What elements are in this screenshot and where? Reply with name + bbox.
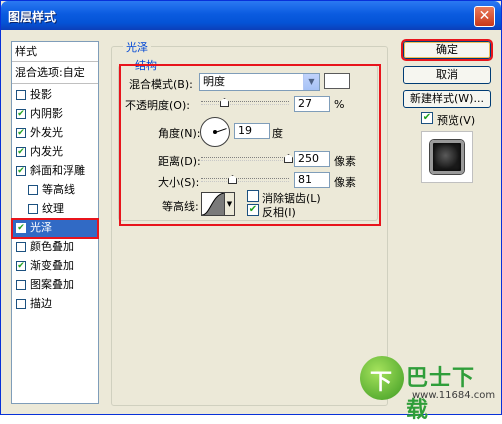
style-item-inner-glow[interactable]: ✔ 内发光 xyxy=(12,143,98,162)
title-bar[interactable]: 图层样式 ✕ xyxy=(1,1,501,30)
style-item-pattern-overlay[interactable]: 图案叠加 xyxy=(12,276,98,295)
bevel-emboss-checkbox[interactable]: ✔ xyxy=(16,166,26,176)
contour-label: 等高线: xyxy=(162,200,199,213)
distance-value: 250 xyxy=(298,152,319,165)
blend-mode-value: 明度 xyxy=(203,75,225,88)
size-slider-track[interactable] xyxy=(201,178,289,182)
logo-glyph: 下 xyxy=(370,370,393,395)
style-item-satin[interactable]: ✔ 光泽 xyxy=(11,218,99,239)
site-logo: 下 xyxy=(360,356,404,400)
preview-swatch xyxy=(430,140,464,174)
satin-checkbox[interactable]: ✔ xyxy=(16,223,26,233)
layer-style-dialog: 图层样式 ✕ 样式 混合选项:自定 投影 ✔ 内阴影 ✔ 外发光 ✔ 内发光 ✔… xyxy=(0,0,502,423)
opacity-unit: % xyxy=(334,98,345,111)
style-item-label: 投影 xyxy=(30,88,52,101)
style-item-contour[interactable]: 等高线 xyxy=(12,181,98,200)
style-item-stroke[interactable]: 描边 xyxy=(12,295,98,314)
style-item-label: 光泽 xyxy=(30,221,52,234)
size-value: 81 xyxy=(298,173,312,186)
distance-slider-track[interactable] xyxy=(201,157,289,161)
antialias-checkbox[interactable] xyxy=(247,190,259,202)
size-label: 大小(S): xyxy=(158,176,200,189)
style-item-label: 渐变叠加 xyxy=(30,259,74,272)
close-icon: ✕ xyxy=(478,8,491,24)
chevron-down-icon: ▼ xyxy=(226,200,233,208)
size-input[interactable]: 81 xyxy=(294,172,330,188)
preview-checkbox[interactable]: ✔ xyxy=(421,112,433,124)
angle-value: 19 xyxy=(238,124,252,137)
style-item-outer-glow[interactable]: ✔ 外发光 xyxy=(12,124,98,143)
watermark: 下 巴士下载 www.11684.com xyxy=(356,356,496,423)
opacity-input[interactable]: 27 xyxy=(294,96,330,112)
satin-group-title: 光泽 xyxy=(123,39,151,55)
cancel-button[interactable]: 取消 xyxy=(403,66,491,84)
angle-dial[interactable] xyxy=(200,117,230,147)
style-item-inner-shadow[interactable]: ✔ 内阴影 xyxy=(12,105,98,124)
invert-checkbox[interactable]: ✔ xyxy=(247,204,259,216)
ok-button[interactable]: 确定 xyxy=(401,39,493,61)
distance-unit: 像素 xyxy=(334,155,356,168)
stroke-checkbox[interactable] xyxy=(16,299,26,309)
style-item-label: 颜色叠加 xyxy=(30,240,74,253)
window-title: 图层样式 xyxy=(8,10,57,24)
color-overlay-checkbox[interactable] xyxy=(16,242,26,252)
invert-label: 反相(I) xyxy=(262,206,296,219)
drop-shadow-checkbox[interactable] xyxy=(16,90,26,100)
style-item-bevel-emboss[interactable]: ✔ 斜面和浮雕 xyxy=(12,162,98,181)
style-item-label: 斜面和浮雕 xyxy=(30,164,85,177)
style-item-color-overlay[interactable]: 颜色叠加 xyxy=(12,238,98,257)
opacity-value: 27 xyxy=(298,97,312,110)
style-item-label: 外发光 xyxy=(30,126,63,139)
watermark-site: www.11684.com xyxy=(412,390,496,401)
style-item-gradient-overlay[interactable]: ✔ 渐变叠加 xyxy=(12,257,98,276)
size-unit: 像素 xyxy=(334,176,356,189)
style-item-label: 内阴影 xyxy=(30,107,63,120)
blend-options-item[interactable]: 混合选项:自定 xyxy=(12,62,98,84)
style-item-label: 纹理 xyxy=(42,202,64,215)
style-item-drop-shadow[interactable]: 投影 xyxy=(12,86,98,105)
satin-color-swatch[interactable] xyxy=(324,73,350,89)
texture-checkbox[interactable] xyxy=(28,204,38,214)
gradient-overlay-checkbox[interactable]: ✔ xyxy=(16,261,26,271)
style-list: 样式 混合选项:自定 投影 ✔ 内阴影 ✔ 外发光 ✔ 内发光 ✔ 斜面和浮雕 … xyxy=(11,41,99,404)
opacity-slider-track[interactable] xyxy=(201,101,289,105)
style-item-label: 图案叠加 xyxy=(30,278,74,291)
blend-mode-label: 混合模式(B): xyxy=(129,78,193,91)
angle-label: 角度(N): xyxy=(158,127,201,140)
contour-picker[interactable] xyxy=(201,192,225,216)
style-item-label: 等高线 xyxy=(42,183,75,196)
style-preview-thumbnail xyxy=(421,131,473,183)
contour-checkbox[interactable] xyxy=(28,185,38,195)
outer-glow-checkbox[interactable]: ✔ xyxy=(16,128,26,138)
chevron-down-icon[interactable]: ▼ xyxy=(303,74,319,90)
inner-shadow-checkbox[interactable]: ✔ xyxy=(16,109,26,119)
style-item-texture[interactable]: 纹理 xyxy=(12,200,98,219)
blend-mode-select[interactable]: 明度 ▼ xyxy=(199,73,320,91)
distance-label: 距离(D): xyxy=(158,155,201,168)
preview-label: 预览(V) xyxy=(437,114,476,127)
pattern-overlay-checkbox[interactable] xyxy=(16,280,26,290)
angle-center xyxy=(213,130,217,134)
style-item-label: 内发光 xyxy=(30,145,63,158)
style-item-label: 描边 xyxy=(30,297,52,310)
style-list-header[interactable]: 样式 xyxy=(12,42,98,62)
inner-glow-checkbox[interactable]: ✔ xyxy=(16,147,26,157)
angle-unit: 度 xyxy=(272,127,283,140)
contour-dropdown[interactable]: ▼ xyxy=(225,192,235,216)
angle-input[interactable]: 19 xyxy=(234,123,270,139)
contour-curve-icon xyxy=(201,192,225,216)
new-style-button[interactable]: 新建样式(W)... xyxy=(403,90,491,108)
distance-input[interactable]: 250 xyxy=(294,151,330,167)
opacity-label: 不透明度(O): xyxy=(125,99,190,112)
close-button[interactable]: ✕ xyxy=(474,6,495,27)
